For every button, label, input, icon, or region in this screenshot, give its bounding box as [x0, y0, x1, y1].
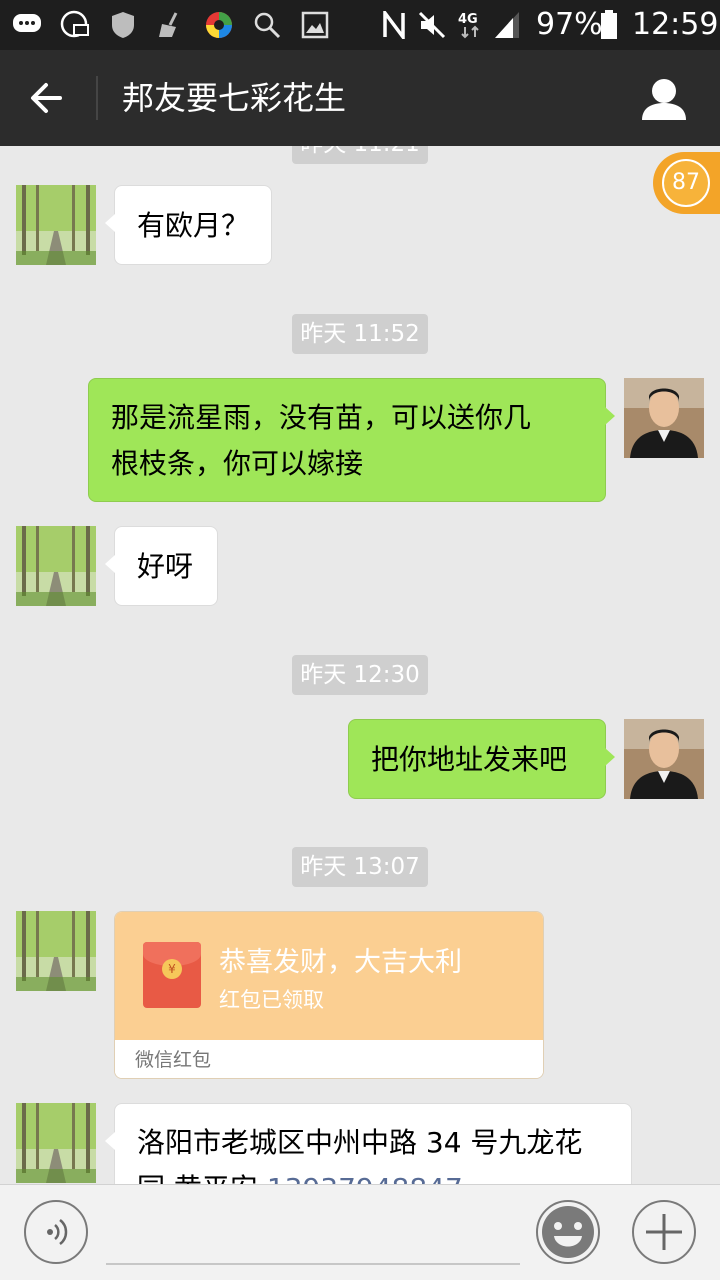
input-bar [0, 1184, 720, 1280]
input-underline [106, 1263, 520, 1265]
received-message[interactable]: 有欧月？ [105, 185, 272, 265]
smiley-icon [542, 1206, 594, 1258]
color-wheel-icon [204, 10, 234, 40]
sent-message-line: 根枝条，你可以嫁接 [111, 447, 364, 480]
contact-avatar[interactable] [16, 185, 96, 265]
unread-count-badge[interactable]: 87 [653, 152, 720, 214]
message-input[interactable] [106, 1205, 524, 1263]
svg-text:4G: 4G [458, 12, 478, 27]
received-message-line: 洛阳市老城区中州中路 34 号九龙花 [137, 1126, 583, 1159]
chat-title: 邦友要七彩花生 [122, 79, 347, 117]
contact-avatar[interactable] [16, 911, 96, 991]
contact-profile-icon[interactable] [638, 74, 690, 126]
battery-icon [600, 10, 618, 40]
emoji-button[interactable] [536, 1200, 600, 1264]
clock: 12:59 [632, 7, 719, 42]
red-packet-footer: 微信红包 [115, 1040, 543, 1078]
sent-message-line: 那是流星雨，没有苗，可以送你几 [111, 401, 532, 434]
shield-icon [108, 10, 138, 40]
sent-message[interactable]: 把你地址发来吧 [348, 719, 615, 799]
unread-count: 87 [662, 159, 710, 207]
chat-header: 邦友要七彩花生 [0, 50, 720, 146]
red-packet-title: 恭喜发财，大吉大利 [219, 947, 462, 978]
header-divider [96, 76, 98, 120]
chat-message-list[interactable]: 昨天 11:21 有欧月？ 昨天 11:52 那是流星雨，没有苗，可以送你几 根… [0, 146, 720, 1184]
contact-avatar[interactable] [16, 526, 96, 606]
voice-icon [47, 1219, 68, 1245]
battery-percent: 97% [536, 7, 603, 42]
received-message[interactable]: 好呀 [105, 526, 218, 606]
more-options-button[interactable] [632, 1200, 696, 1264]
sent-message[interactable]: 那是流星雨，没有苗，可以送你几 根枝条，你可以嫁接 [88, 378, 615, 502]
mute-icon [417, 10, 447, 40]
my-avatar[interactable] [624, 719, 704, 799]
status-bar: 4G 97% 12:59 [0, 0, 720, 50]
voice-input-button[interactable] [24, 1200, 88, 1264]
received-message-line: 园 黄平安 13937948847 [137, 1166, 631, 1184]
received-message[interactable]: 洛阳市老城区中州中路 34 号九龙花 园 黄平安 13937948847 [105, 1103, 632, 1184]
chat-bubble-icon [12, 10, 42, 40]
red-packet-body: ¥ 恭喜发财，大吉大利 红包已领取 [115, 912, 543, 1040]
location-mail-icon [60, 10, 90, 40]
red-envelope-icon: ¥ [143, 942, 201, 1008]
timestamp: 昨天 11:21 [292, 146, 428, 164]
nfc-icon [380, 10, 410, 40]
red-packet-message[interactable]: ¥ 恭喜发财，大吉大利 红包已领取 微信红包 [114, 911, 544, 1079]
back-arrow-icon[interactable] [24, 74, 72, 122]
timestamp: 昨天 12:30 [292, 655, 428, 695]
contact-avatar[interactable] [16, 1103, 96, 1183]
plus-icon [646, 1214, 682, 1250]
red-packet-status: 红包已领取 [219, 988, 324, 1012]
timestamp: 昨天 11:52 [292, 314, 428, 354]
signal-icon [492, 10, 522, 40]
timestamp: 昨天 13:07 [292, 847, 428, 887]
broom-icon [156, 10, 186, 40]
phone-number-link[interactable]: 13937948847 [267, 1172, 463, 1184]
image-icon [300, 10, 330, 40]
search-icon [252, 10, 282, 40]
my-avatar[interactable] [624, 378, 704, 458]
network-4g-icon: 4G [457, 10, 485, 40]
